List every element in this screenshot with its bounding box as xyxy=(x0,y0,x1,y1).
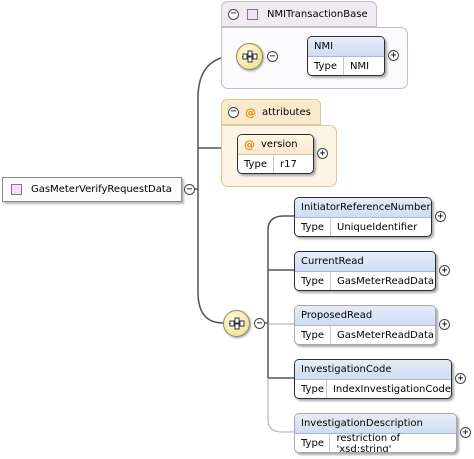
group-icon xyxy=(247,8,258,20)
type-value: GasMeterReadData xyxy=(337,276,435,287)
collapse-icon: − xyxy=(269,50,276,62)
type-value: IndexInvestigationCode xyxy=(332,384,451,395)
expand-icon: + xyxy=(441,264,448,276)
element-name: InitiatorReferenceNumber xyxy=(295,198,431,218)
expand-button[interactable]: + xyxy=(435,211,446,222)
sequence-collapse-button[interactable]: − xyxy=(254,318,265,329)
type-label: Type xyxy=(295,326,331,344)
type-label: Type xyxy=(295,218,331,236)
group-title: attributes xyxy=(262,106,311,118)
root-element[interactable]: GasMeterVerifyRequestData xyxy=(2,177,182,202)
expand-button[interactable]: + xyxy=(455,373,466,384)
root-collapse-button[interactable]: − xyxy=(184,184,195,195)
type-value: GasMeterReadData xyxy=(337,330,435,341)
attribute-name: version xyxy=(261,139,298,150)
element-type-row: Type GasMeterReadData xyxy=(295,326,435,344)
element-type-row: Type NMI xyxy=(308,57,384,75)
element-name: CurrentRead xyxy=(295,252,435,272)
expand-button[interactable]: + xyxy=(439,319,450,330)
attribute-type-row: Type r17 xyxy=(238,155,313,173)
sequence-compositor-icon[interactable] xyxy=(236,43,263,70)
attribute-name-row: @ version xyxy=(238,135,313,155)
element-name: ProposedRead xyxy=(295,306,435,326)
group-header: − @ attributes xyxy=(221,99,321,125)
type-label: Type xyxy=(295,434,331,452)
expand-button[interactable]: + xyxy=(317,148,328,159)
expand-icon: + xyxy=(457,372,464,384)
sequence-icon xyxy=(229,317,245,330)
expand-icon: + xyxy=(437,210,444,222)
type-label: Type xyxy=(308,57,344,75)
element-proposed-read[interactable]: ProposedRead Type GasMeterReadData xyxy=(294,305,436,345)
group-title: NMITransactionBase xyxy=(267,8,368,20)
group-collapse-button[interactable]: − xyxy=(228,8,239,20)
attribute-icon: @ xyxy=(245,105,256,119)
element-icon xyxy=(11,184,22,195)
attribute-version[interactable]: @ version Type r17 xyxy=(237,134,314,174)
element-type-row: Type UniqueIdentifier xyxy=(295,218,431,236)
attribute-icon: @ xyxy=(244,138,255,151)
expand-icon: + xyxy=(390,49,397,61)
collapse-icon: − xyxy=(186,183,193,195)
collapse-icon: − xyxy=(230,8,237,19)
element-type-row: Type IndexInvestigationCode xyxy=(295,380,451,398)
type-label: Type xyxy=(295,272,331,290)
element-initiator-reference-number[interactable]: InitiatorReferenceNumber Type UniqueIden… xyxy=(294,197,432,237)
element-nmi[interactable]: NMI Type NMI xyxy=(307,36,385,76)
root-element-label: GasMeterVerifyRequestData xyxy=(31,184,172,195)
sequence-icon xyxy=(242,50,258,63)
type-value: restriction of 'xsd:string' xyxy=(336,432,401,453)
element-name: InvestigationCode xyxy=(295,360,451,380)
type-value: NMI xyxy=(350,61,370,72)
element-name: NMI xyxy=(308,37,384,57)
type-value: r17 xyxy=(280,159,297,170)
element-current-read[interactable]: CurrentRead Type GasMeterReadData xyxy=(294,251,436,291)
expand-button[interactable]: + xyxy=(460,427,471,438)
element-investigation-description[interactable]: InvestigationDescription Type restrictio… xyxy=(294,413,457,453)
element-name: InvestigationDescription xyxy=(295,414,456,434)
type-label: Type xyxy=(238,155,274,173)
expand-icon: + xyxy=(441,318,448,330)
type-value: UniqueIdentifier xyxy=(337,222,418,233)
group-header: − NMITransactionBase xyxy=(221,1,377,27)
expand-button[interactable]: + xyxy=(439,265,450,276)
element-type-row: Type GasMeterReadData xyxy=(295,272,435,290)
sequence-compositor-icon[interactable] xyxy=(223,310,250,337)
expand-icon: + xyxy=(319,147,326,159)
element-type-row: Type restriction of 'xsd:string' xyxy=(295,432,456,453)
collapse-icon: − xyxy=(256,317,263,329)
sequence-collapse-button[interactable]: − xyxy=(267,51,278,62)
element-investigation-code[interactable]: InvestigationCode Type IndexInvestigatio… xyxy=(294,359,452,399)
collapse-icon: − xyxy=(230,106,237,117)
expand-icon: + xyxy=(462,426,469,438)
expand-button[interactable]: + xyxy=(388,50,399,61)
group-collapse-button[interactable]: − xyxy=(228,106,239,118)
type-label: Type xyxy=(295,380,327,398)
